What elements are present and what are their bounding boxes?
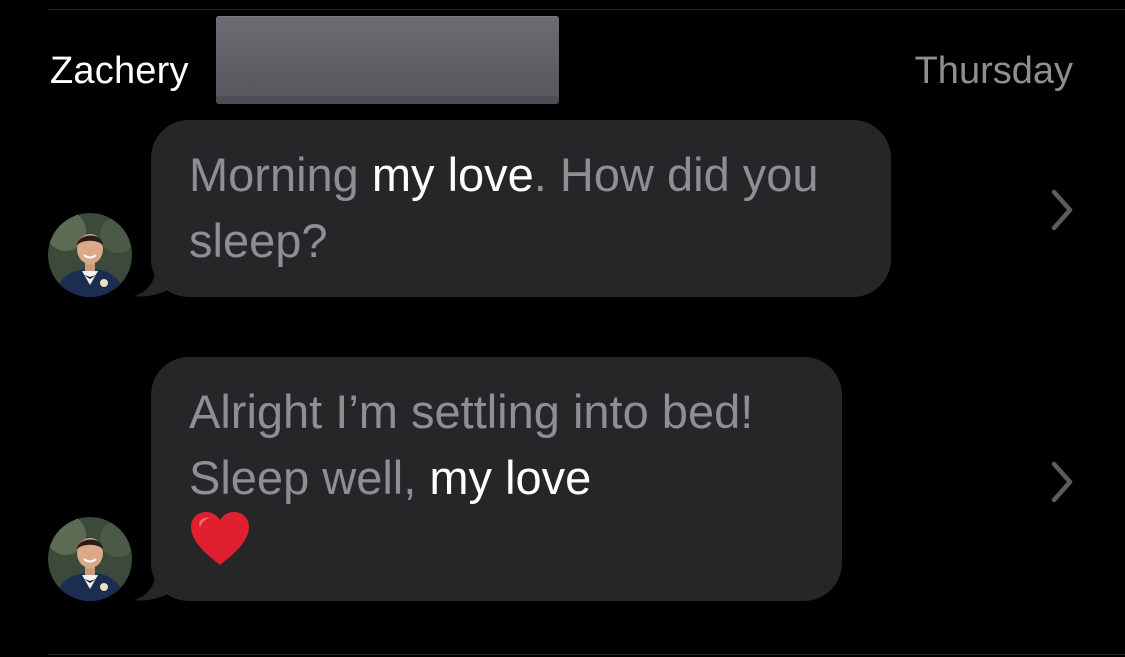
message-bubble-1[interactable]: Morning my love. How did you sleep?	[151, 120, 891, 297]
avatar-photo	[48, 213, 132, 297]
heart-emoji	[189, 511, 251, 584]
avatar-photo	[48, 517, 132, 601]
message-text-highlight[interactable]: my love	[372, 148, 534, 201]
chevron-right-icon[interactable]	[1048, 188, 1076, 232]
message-date: Thursday	[914, 50, 1073, 92]
chevron-right-icon[interactable]	[1048, 460, 1076, 504]
sender-name: Zachery	[50, 50, 189, 92]
contact-avatar[interactable]	[48, 213, 132, 297]
contact-avatar[interactable]	[48, 517, 132, 601]
message-bubble-2[interactable]: Alright I’m settling into bed! Sleep wel…	[151, 357, 842, 601]
message-text: Morning	[189, 148, 372, 201]
message-text-highlight[interactable]: my love	[429, 451, 591, 504]
top-divider	[48, 9, 1125, 10]
bottom-divider	[48, 654, 1125, 655]
redacted-surname	[216, 16, 559, 104]
